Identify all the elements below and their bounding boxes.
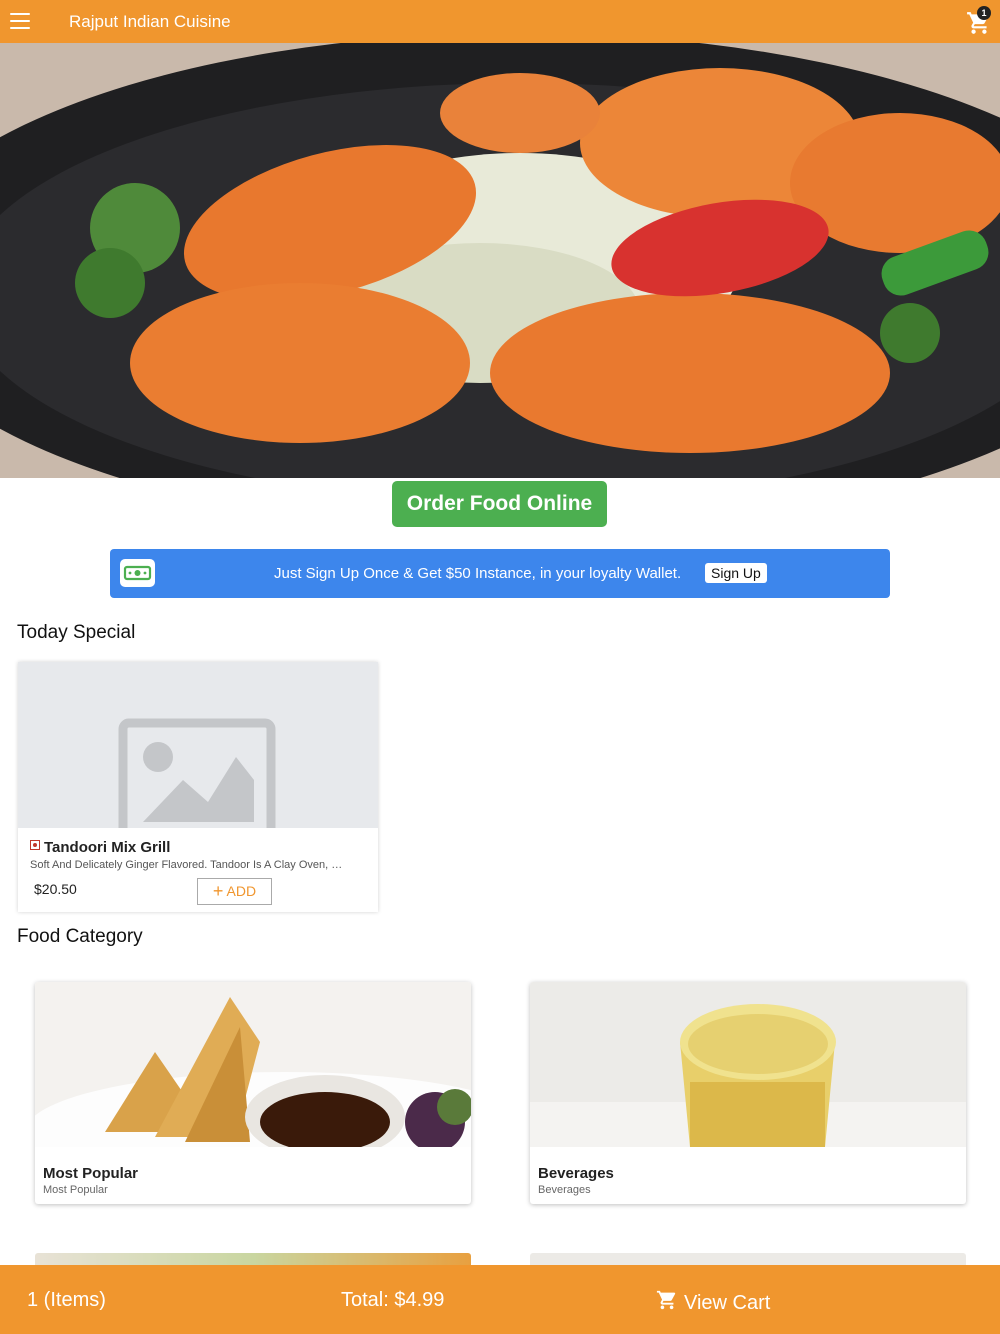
special-item-card[interactable]: Tandoori Mix Grill Soft And Delicately G… — [18, 662, 378, 912]
add-button-label: ADD — [226, 883, 257, 899]
category-name: Beverages — [538, 1165, 614, 1182]
view-cart-label: View Cart — [684, 1292, 771, 1314]
plus-icon: + — [212, 881, 224, 901]
image-placeholder-icon — [18, 662, 378, 828]
special-item-name: Tandoori Mix Grill — [44, 839, 171, 856]
special-item-price: $20.50 — [34, 881, 77, 897]
view-cart-button[interactable]: View Cart — [656, 1289, 770, 1315]
cart-count-badge: 1 — [977, 6, 991, 20]
loyalty-text: Just Sign Up Once & Get $50 Instance, in… — [274, 565, 682, 582]
today-special-heading: Today Special — [17, 622, 136, 643]
category-card-most-popular[interactable]: Most Popular Most Popular — [35, 982, 471, 1204]
special-item-description: Soft And Delicately Ginger Flavored. Tan… — [30, 859, 343, 871]
app-title: Rajput Indian Cuisine — [69, 12, 231, 31]
app-header: Rajput Indian Cuisine 1 — [0, 0, 1000, 43]
add-to-cart-button[interactable]: + ADD — [197, 878, 272, 905]
food-category-heading: Food Category — [17, 926, 143, 947]
money-bill-icon — [120, 559, 155, 587]
hamburger-menu-icon[interactable] — [10, 13, 30, 29]
category-subtitle: Most Popular — [43, 1184, 108, 1196]
shopping-cart-icon — [656, 1290, 676, 1310]
hero-food-image — [0, 43, 1000, 478]
category-name: Most Popular — [43, 1165, 139, 1182]
mango-lassi-photo — [530, 982, 966, 1147]
loyalty-banner: Just Sign Up Once & Get $50 Instance, in… — [110, 549, 890, 598]
non-veg-indicator-icon — [30, 840, 40, 850]
cart-summary-bar: 1 (Items) Total: $4.99 View Cart — [0, 1265, 1000, 1334]
samosa-photo — [35, 982, 471, 1147]
cart-items-count: 1 (Items) — [27, 1289, 106, 1311]
cart-total: Total: $4.99 — [341, 1289, 445, 1311]
order-food-online-button[interactable]: Order Food Online — [392, 481, 607, 527]
sign-up-button[interactable]: Sign Up — [705, 563, 767, 583]
category-subtitle: Beverages — [538, 1184, 591, 1196]
category-card-beverages[interactable]: Beverages Beverages — [530, 982, 966, 1204]
